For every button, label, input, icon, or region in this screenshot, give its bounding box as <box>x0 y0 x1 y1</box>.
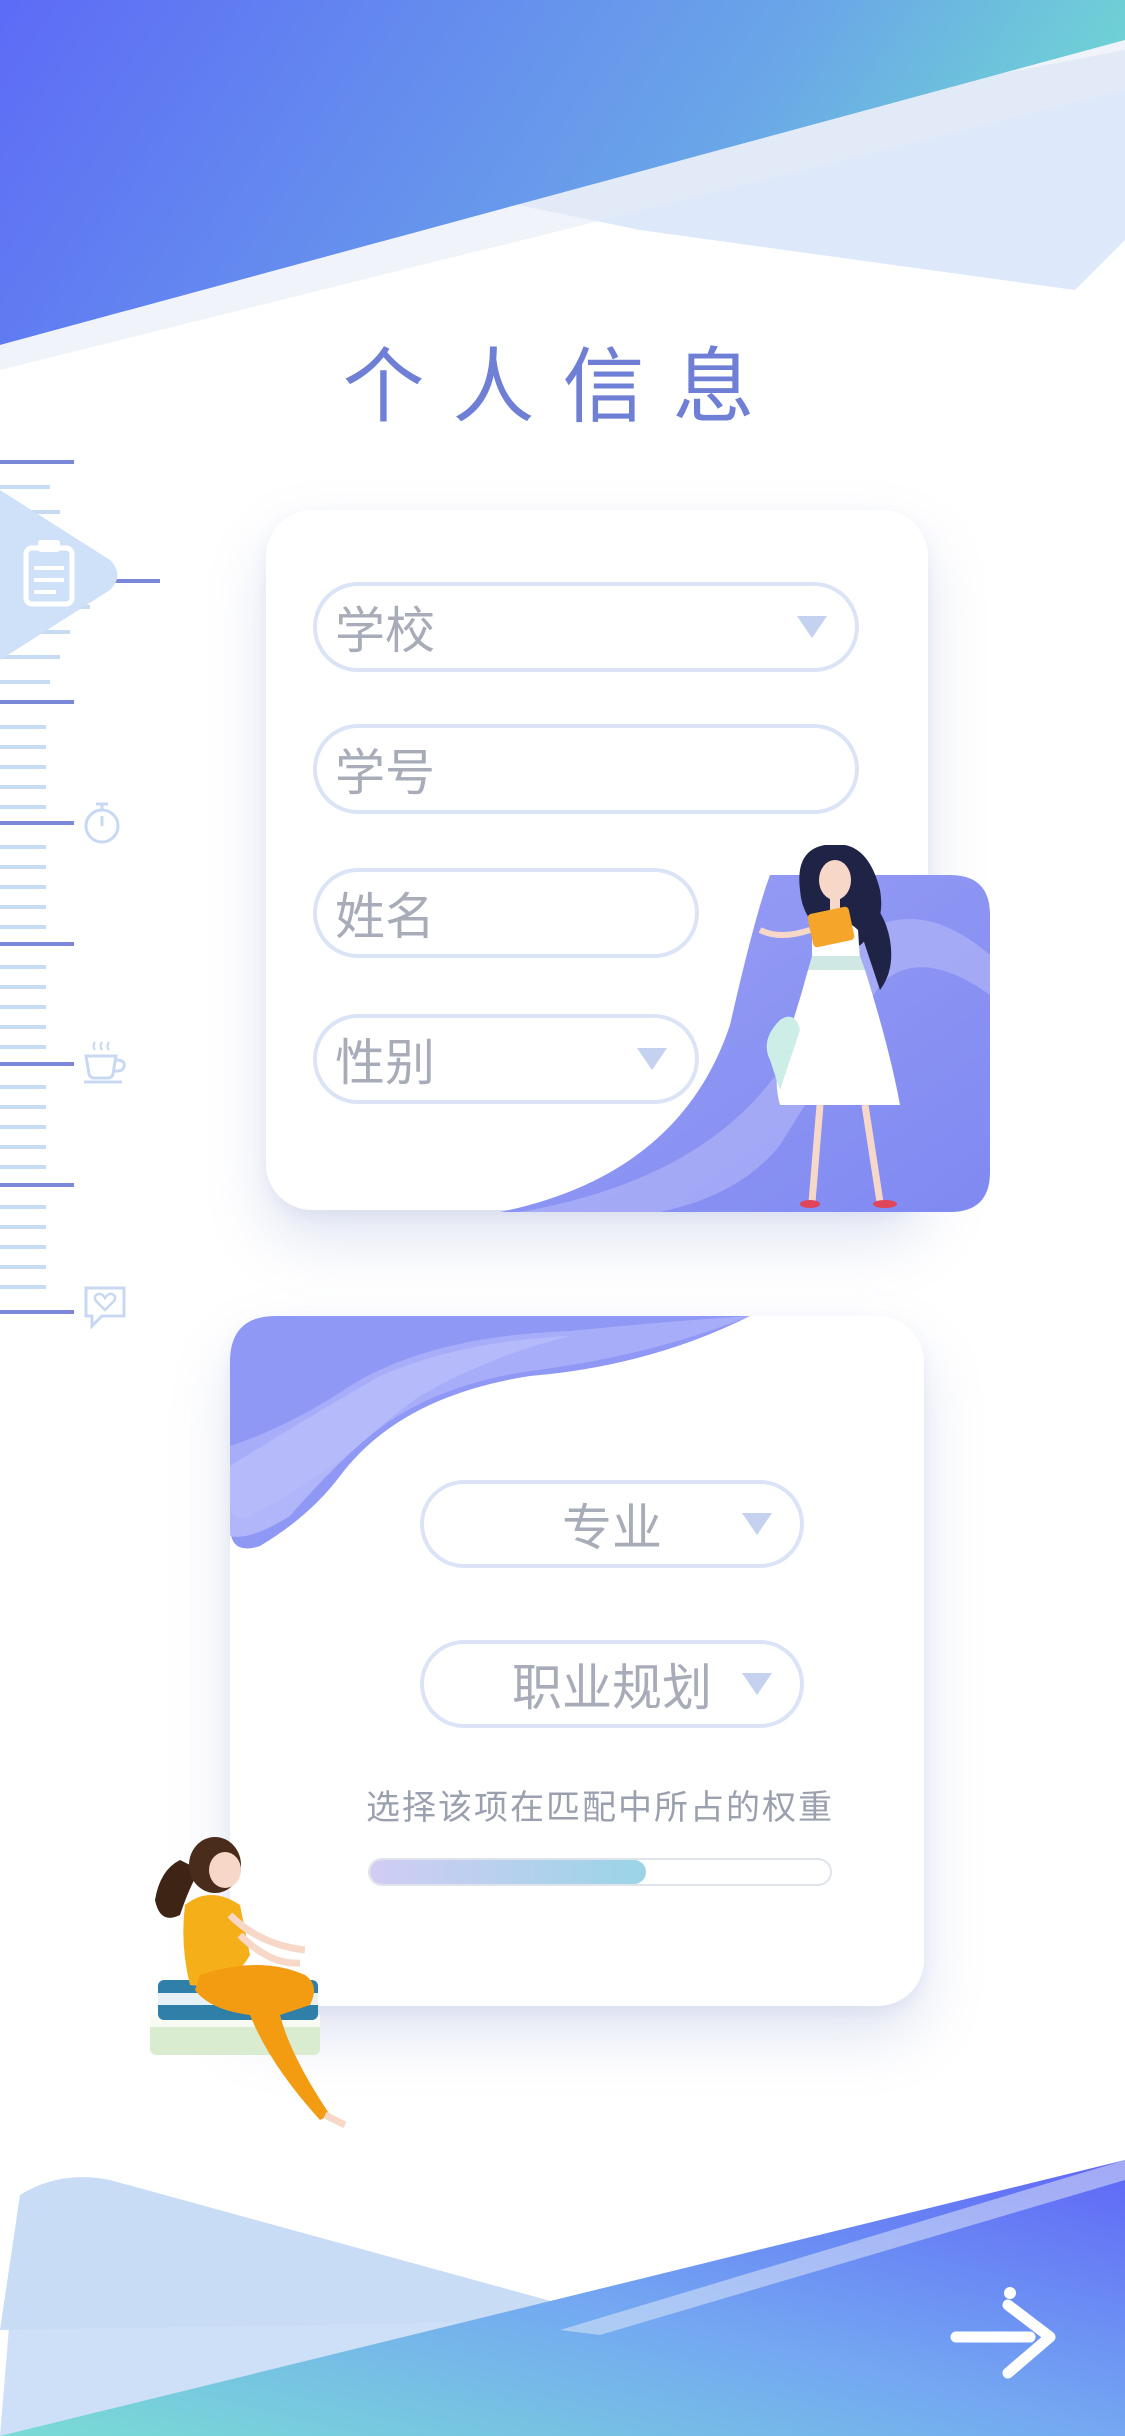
chevron-down-icon <box>637 1048 667 1070</box>
student-id-placeholder: 学号 <box>335 744 435 802</box>
clipboard-icon[interactable] <box>0 490 130 660</box>
gender-select-label: 性别 <box>335 1034 435 1092</box>
career-plan-select[interactable]: 职业规划 <box>420 1640 804 1728</box>
chevron-down-icon <box>797 616 827 638</box>
arrow-right-icon[interactable] <box>950 2285 1070 2395</box>
heart-chat-icon[interactable] <box>80 1282 130 1332</box>
major-select-label: 专业 <box>562 1499 662 1557</box>
chevron-down-icon <box>742 1673 772 1695</box>
student-id-input[interactable]: 学号 <box>313 724 859 814</box>
name-placeholder: 姓名 <box>335 888 435 946</box>
stopwatch-icon[interactable] <box>80 798 124 846</box>
gender-select[interactable]: 性别 <box>313 1014 699 1104</box>
school-select[interactable]: 学校 <box>313 582 859 672</box>
name-input[interactable]: 姓名 <box>313 868 699 958</box>
weight-slider-fill <box>370 1860 646 1884</box>
career-plan-label: 职业规划 <box>512 1659 712 1717</box>
chevron-down-icon <box>742 1513 772 1535</box>
school-select-label: 学校 <box>335 602 435 660</box>
major-select[interactable]: 专业 <box>420 1480 804 1568</box>
page-title: 个人信息 <box>342 340 783 435</box>
weight-slider[interactable] <box>368 1858 832 1886</box>
sitting-girl-illustration <box>150 1837 347 2129</box>
reading-girl-illustration <box>758 845 900 1208</box>
coffee-cup-icon[interactable] <box>80 1036 130 1086</box>
